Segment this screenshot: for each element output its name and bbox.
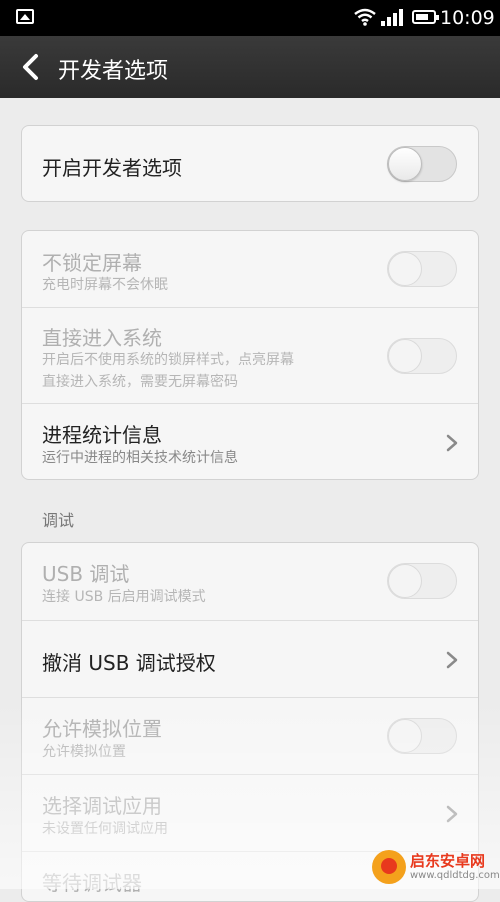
process-stats-subtitle: 运行中进程的相关技术统计信息 [42,450,238,466]
direct-boot-title: 直接进入系统 [42,326,162,350]
watermark-logo-icon [372,850,406,884]
watermark-url: www.qdldtdg.com [410,870,500,881]
mock-location-title: 允许模拟位置 [42,717,162,741]
switch-knob [388,147,422,181]
settings-group-2: USB 调试 连接 USB 后启用调试模式 撤消 USB 调试授权 允许模拟位置… [21,542,479,902]
revoke-usb-auth-title: 撤消 USB 调试授权 [42,651,216,675]
chevron-right-icon [446,805,458,823]
mock-location-row[interactable]: 允许模拟位置 允许模拟位置 [22,697,478,774]
watermark-text: 启东安卓网 [410,852,486,870]
mock-location-switch[interactable] [387,718,457,754]
watermark: 启东安卓网 www.qdldtdg.com [372,850,500,887]
direct-boot-switch[interactable] [387,338,457,374]
direct-boot-subtitle-line1: 开启后不使用系统的锁屏样式，点亮屏幕 [42,352,294,368]
switch-knob [388,339,422,373]
mock-location-subtitle: 允许模拟位置 [42,744,126,760]
switch-knob [388,719,422,753]
section-label-debug: 调试 [42,511,75,530]
signal-icon [381,9,403,26]
usb-debugging-title: USB 调试 [42,562,130,586]
switch-knob [388,252,422,286]
developer-options-toggle-row[interactable]: 开启开发者选项 [22,126,478,201]
battery-icon [412,10,439,24]
usb-debugging-subtitle: 连接 USB 后启用调试模式 [42,589,206,605]
stay-awake-subtitle: 充电时屏幕不会休眠 [42,277,168,293]
chevron-right-icon [446,434,458,452]
revoke-usb-auth-row[interactable]: 撤消 USB 调试授权 [22,620,478,697]
page-title: 开发者选项 [58,59,169,84]
action-bar: 开发者选项 [0,36,500,98]
chevron-left-icon[interactable] [18,53,44,81]
status-time: 10:09 [440,7,495,29]
wifi-icon [354,8,376,26]
chevron-right-icon [446,651,458,669]
stay-awake-switch[interactable] [387,251,457,287]
stay-awake-title: 不锁定屏幕 [42,251,142,275]
settings-group-1: 不锁定屏幕 充电时屏幕不会休眠 直接进入系统 开启后不使用系统的锁屏样式，点亮屏… [21,230,479,480]
status-bar: 10:09 [0,0,500,36]
usb-debugging-switch[interactable] [387,563,457,599]
wait-for-debugger-title: 等待调试器 [42,871,142,895]
process-stats-row[interactable]: 进程统计信息 运行中进程的相关技术统计信息 [22,403,478,479]
direct-boot-subtitle-line2: 直接进入系统，需要无屏幕密码 [42,374,238,390]
developer-options-switch[interactable] [387,146,457,182]
select-debug-app-subtitle: 未设置任何调试应用 [42,821,168,837]
direct-boot-row[interactable]: 直接进入系统 开启后不使用系统的锁屏样式，点亮屏幕 直接进入系统，需要无屏幕密码 [22,307,478,403]
process-stats-title: 进程统计信息 [42,423,162,447]
gallery-icon [16,9,34,24]
stay-awake-row[interactable]: 不锁定屏幕 充电时屏幕不会休眠 [22,231,478,307]
developer-options-label: 开启开发者选项 [42,156,182,180]
select-debug-app-title: 选择调试应用 [42,794,162,818]
main-toggle-card: 开启开发者选项 [21,125,479,202]
usb-debugging-row[interactable]: USB 调试 连接 USB 后启用调试模式 [22,543,478,620]
select-debug-app-row[interactable]: 选择调试应用 未设置任何调试应用 [22,774,478,851]
switch-knob [388,564,422,598]
